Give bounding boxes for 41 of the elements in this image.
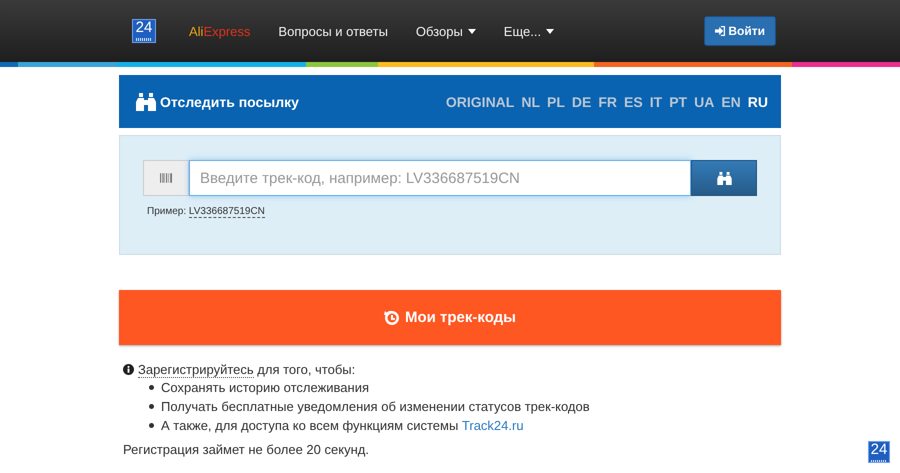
binoculars-icon [716, 172, 732, 184]
register-sentence: Зарегистрируйтесь для того, чтобы: [138, 362, 356, 376]
nav-link[interactable]: Вопросы и ответы [278, 24, 388, 38]
language-tab[interactable]: UA [694, 94, 714, 110]
login-icon [715, 26, 726, 36]
bullet-icon [149, 423, 154, 428]
language-tab[interactable]: PT [669, 94, 688, 110]
language-tab[interactable]: DE [572, 94, 592, 110]
history-icon [384, 310, 400, 326]
language-tab[interactable]: ES [624, 94, 643, 110]
list-item: А также, для доступа ко всем функциям системы Track24.ru [161, 418, 524, 433]
language-tab[interactable]: NL [521, 94, 540, 110]
barcode-icon [160, 172, 172, 184]
brand-link[interactable]: AliExpress [189, 24, 250, 38]
binoculars-icon [136, 92, 156, 110]
search-button[interactable] [691, 160, 757, 196]
example-link[interactable]: LV336687519CN [188, 206, 265, 218]
language-tab[interactable]: EN [721, 94, 741, 110]
barcode-button[interactable] [143, 160, 189, 196]
example-label: Пример: [147, 206, 186, 217]
language-tab[interactable]: IT [650, 94, 662, 110]
info-icon [123, 364, 134, 374]
registration-note: Регистрация займет не более 20 секунд. [123, 442, 370, 457]
nav-link[interactable]: Обзоры [416, 24, 476, 38]
bullet-icon [149, 385, 154, 390]
nav-link[interactable]: Еще... [504, 24, 554, 38]
section-title: Отследить посылку [160, 94, 299, 110]
tracking-code-field[interactable]: Введите трек-код, например: LV336687519CN [189, 160, 691, 196]
language-tab[interactable]: PL [547, 94, 565, 110]
language-tab[interactable]: FR [598, 94, 618, 110]
corner-logo[interactable]: 24 [868, 441, 890, 463]
language-tab[interactable]: RU [748, 94, 768, 110]
list-item: Получать бесплатные уведомления об изменении статусов трек-кодов [161, 399, 590, 414]
language-tab[interactable]: ORIGINAL [446, 94, 514, 110]
login-button[interactable]: Войти [704, 16, 776, 46]
logo[interactable]: 24 [132, 19, 156, 43]
list-item: Сохранять историю отслеживания [161, 380, 369, 395]
site-link[interactable]: Track24.ru [462, 418, 524, 433]
my-codes-button[interactable]: Мои трек-коды [119, 290, 781, 345]
bullet-icon [149, 404, 154, 409]
register-link[interactable]: Зарегистрируйтесь [138, 362, 254, 378]
